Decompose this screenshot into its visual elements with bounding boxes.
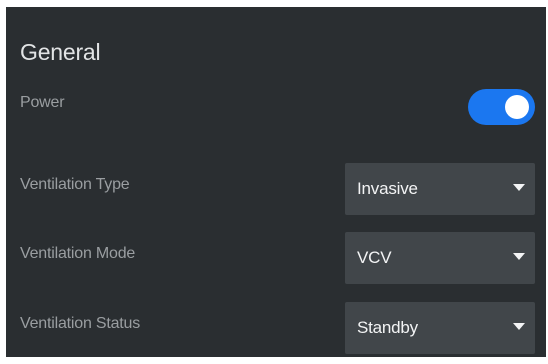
chevron-down-icon [513, 184, 525, 191]
power-label: Power [20, 94, 65, 111]
ventilation-type-label: Ventilation Type [20, 176, 130, 193]
ventilation-type-value: Invasive [357, 179, 418, 198]
ventilation-mode-label: Ventilation Mode [20, 245, 136, 262]
power-toggle[interactable] [468, 89, 535, 125]
ventilation-status-value: Standby [357, 318, 418, 337]
ventilation-status-label: Ventilation Status [20, 315, 141, 332]
ventilation-mode-select[interactable]: VCV [345, 232, 535, 284]
chevron-down-icon [513, 323, 525, 330]
toggle-knob [505, 95, 529, 119]
ventilation-status-select[interactable]: Standby [345, 302, 535, 354]
general-settings-panel: General Power Ventilation Type Invasive … [6, 7, 546, 357]
chevron-down-icon [513, 253, 525, 260]
ventilation-mode-value: VCV [357, 248, 392, 267]
section-title: General [20, 39, 101, 65]
ventilation-type-select[interactable]: Invasive [345, 163, 535, 215]
